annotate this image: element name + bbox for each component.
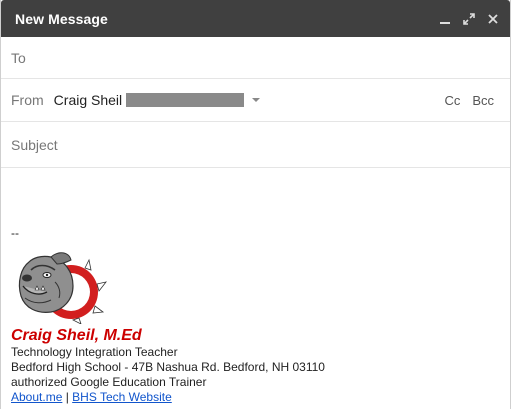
from-dropdown-icon[interactable] — [252, 98, 261, 102]
compose-title: New Message — [15, 10, 108, 27]
bulldog-logo — [18, 252, 107, 325]
to-field[interactable]: To — [1, 37, 510, 79]
subject-placeholder: Subject — [11, 136, 58, 153]
from-sender[interactable]: Craig Sheil — [54, 92, 122, 108]
message-body[interactable]: -- Craig Sheil, M.Ed Technology Integrat… — [1, 226, 510, 405]
close-icon[interactable] — [486, 12, 500, 26]
about-me-link[interactable]: About.me — [11, 390, 62, 404]
signature-links: About.me | BHS Tech Website — [11, 390, 500, 405]
from-row: From Craig Sheil Cc Bcc — [1, 79, 510, 122]
link-separator: | — [62, 390, 73, 404]
signature-name: Craig Sheil, M.Ed — [11, 327, 142, 344]
expand-icon[interactable] — [462, 12, 476, 26]
signature-address: Bedford High School - 47B Nashua Rd. Bed… — [11, 360, 325, 374]
cc-button[interactable]: Cc — [444, 93, 460, 108]
subject-field[interactable]: Subject — [1, 122, 510, 168]
redacted-email — [126, 93, 245, 107]
compose-titlebar[interactable]: New Message — [1, 0, 510, 37]
cc-bcc-group: Cc Bcc — [444, 79, 494, 121]
bhs-tech-website-link[interactable]: BHS Tech Website — [72, 390, 172, 404]
bcc-button[interactable]: Bcc — [472, 93, 494, 108]
from-label: From — [11, 92, 44, 108]
signature-title: Technology Integration Teacher — [11, 345, 178, 359]
compose-window: New Message To From Craig Sheil Cc Bcc S… — [0, 0, 511, 409]
window-controls — [438, 12, 500, 26]
signature-trainer: authorized Google Education Trainer — [11, 375, 207, 389]
signature-separator: -- — [11, 226, 19, 240]
to-label: To — [11, 49, 26, 66]
minimize-icon[interactable] — [438, 12, 452, 26]
